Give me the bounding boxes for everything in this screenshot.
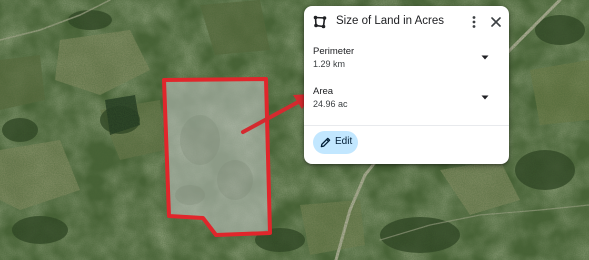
area-row[interactable]: Area 24.96 ac xyxy=(304,84,509,118)
perimeter-label: Perimeter xyxy=(313,46,355,57)
area-value: 24.96 ac xyxy=(313,99,348,109)
measured-land-polygon[interactable] xyxy=(162,77,272,237)
edit-label: Edit xyxy=(335,136,353,147)
more-options-button[interactable] xyxy=(465,13,483,31)
edit-button[interactable]: Edit xyxy=(313,131,358,154)
more-vert-icon xyxy=(472,16,476,28)
close-button[interactable] xyxy=(487,13,505,31)
perimeter-value: 1.29 km xyxy=(313,59,346,69)
polygon-measure-icon xyxy=(313,15,327,29)
area-unit-dropdown-icon[interactable] xyxy=(480,92,490,102)
measure-distance-panel: Size of Land in Acres Perimeter 1.29 km xyxy=(304,6,509,164)
panel-header: Size of Land in Acres xyxy=(304,6,509,38)
panel-title: Size of Land in Acres xyxy=(336,15,445,27)
area-label: Area xyxy=(313,86,334,97)
perimeter-row[interactable]: Perimeter 1.29 km xyxy=(304,44,509,78)
close-icon xyxy=(491,17,501,27)
pencil-icon xyxy=(320,137,331,148)
panel-divider xyxy=(304,125,509,126)
perimeter-unit-dropdown-icon[interactable] xyxy=(480,52,490,62)
map-viewport[interactable]: Size of Land in Acres Perimeter 1.29 km xyxy=(0,0,589,260)
